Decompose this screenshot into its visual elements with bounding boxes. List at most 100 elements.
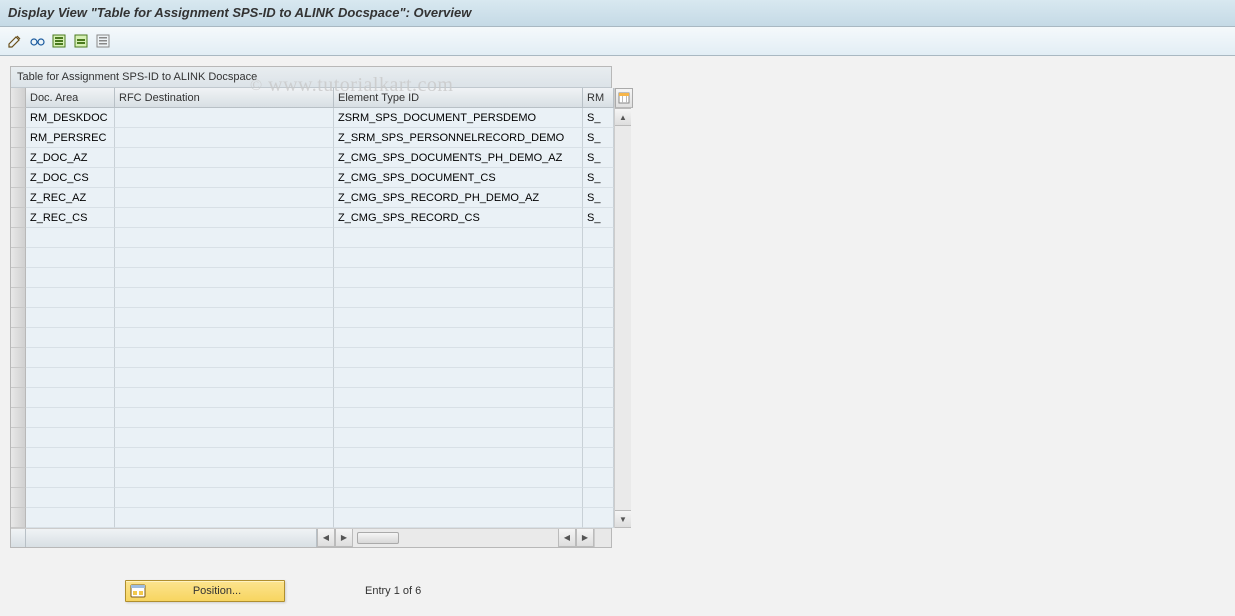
select-all-button[interactable] [50,32,68,50]
cell-rm[interactable]: S_ [583,128,614,148]
scroll-down-button[interactable]: ▼ [615,510,631,528]
row-selector[interactable] [11,348,26,368]
row-selector-header[interactable] [11,88,26,108]
table-row-empty[interactable] [11,228,614,248]
table-row-empty[interactable] [11,428,614,448]
position-button[interactable]: Position... [125,580,285,602]
row-selector[interactable] [11,408,26,428]
row-selector[interactable] [11,168,26,188]
h-scroll-thumb[interactable] [357,532,399,544]
cell-rfc[interactable] [115,208,334,228]
row-selector[interactable] [11,288,26,308]
row-selector[interactable] [11,388,26,408]
cell-doc-area[interactable]: Z_REC_AZ [26,188,115,208]
hs-fixed-area [26,529,317,547]
row-selector[interactable] [11,228,26,248]
cell-element[interactable]: Z_CMG_SPS_DOCUMENTS_PH_DEMO_AZ [334,148,583,168]
content-area: © www.tutorialkart.com Table for Assignm… [0,56,1235,558]
row-selector[interactable] [11,108,26,128]
scroll-up-button[interactable]: ▲ [615,108,631,126]
row-selector[interactable] [11,328,26,348]
entry-count-text: Entry 1 of 6 [365,585,421,597]
row-selector[interactable] [11,128,26,148]
footer-bar: Position... Entry 1 of 6 [0,576,1235,606]
table-header-row: Doc. Area RFC Destination Element Type I… [11,88,614,108]
row-selector[interactable] [11,428,26,448]
table-row[interactable]: Z_DOC_AZ Z_CMG_SPS_DOCUMENTS_PH_DEMO_AZ … [11,148,614,168]
scroll-left-button[interactable]: ◀ [317,529,335,547]
row-selector[interactable] [11,188,26,208]
vertical-scrollbar[interactable]: ▲ ▼ [614,88,631,528]
table-row[interactable]: RM_PERSREC Z_SRM_SPS_PERSONNELRECORD_DEM… [11,128,614,148]
cell-element[interactable]: Z_SRM_SPS_PERSONNELRECORD_DEMO [334,128,583,148]
row-selector[interactable] [11,268,26,288]
glasses-button[interactable] [28,32,46,50]
table-row[interactable]: Z_REC_AZ Z_CMG_SPS_RECORD_PH_DEMO_AZ S_ [11,188,614,208]
table-row-empty[interactable] [11,248,614,268]
row-selector[interactable] [11,208,26,228]
table-row-empty[interactable] [11,388,614,408]
window-title: Display View "Table for Assignment SPS-I… [0,0,1235,27]
row-selector[interactable] [11,148,26,168]
table-row-empty[interactable] [11,508,614,528]
row-selector[interactable] [11,308,26,328]
table-row-empty[interactable] [11,348,614,368]
cell-rm[interactable]: S_ [583,148,614,168]
table-row-empty[interactable] [11,268,614,288]
cell-doc-area[interactable]: Z_DOC_CS [26,168,115,188]
table-row-empty[interactable] [11,328,614,348]
table-settings-button[interactable] [615,88,633,108]
hs-corner-right [594,529,611,547]
application-toolbar [0,27,1235,56]
table-row-empty[interactable] [11,468,614,488]
hs-corner [11,529,26,547]
cell-rfc[interactable] [115,108,334,128]
col-header-rm[interactable]: RM [583,88,614,108]
row-selector[interactable] [11,248,26,268]
toggle-display-change-button[interactable] [6,32,24,50]
select-block-button[interactable] [72,32,90,50]
scroll-track[interactable] [615,126,631,510]
table-row-empty[interactable] [11,368,614,388]
row-selector[interactable] [11,508,26,528]
scroll-right-end-button[interactable]: ▶ [576,529,594,547]
cell-rm[interactable]: S_ [583,108,614,128]
col-header-rfc[interactable]: RFC Destination [115,88,334,108]
cell-element[interactable]: Z_CMG_SPS_RECORD_CS [334,208,583,228]
col-header-element-type[interactable]: Element Type ID [334,88,583,108]
table-row[interactable]: Z_REC_CS Z_CMG_SPS_RECORD_CS S_ [11,208,614,228]
table-row-empty[interactable] [11,488,614,508]
cell-rfc[interactable] [115,168,334,188]
cell-rfc[interactable] [115,188,334,208]
cell-element[interactable]: Z_CMG_SPS_DOCUMENT_CS [334,168,583,188]
table-row-empty[interactable] [11,448,614,468]
table-row[interactable]: Z_DOC_CS Z_CMG_SPS_DOCUMENT_CS S_ [11,168,614,188]
col-header-doc-area[interactable]: Doc. Area [26,88,115,108]
cell-rm[interactable]: S_ [583,208,614,228]
position-icon [130,583,146,599]
scroll-left-end-button[interactable]: ◀ [558,529,576,547]
cell-doc-area[interactable]: Z_REC_CS [26,208,115,228]
table-row-empty[interactable] [11,308,614,328]
row-selector[interactable] [11,448,26,468]
row-selector[interactable] [11,468,26,488]
table-row[interactable]: RM_DESKDOC ZSRM_SPS_DOCUMENT_PERSDEMO S_ [11,108,614,128]
row-selector[interactable] [11,368,26,388]
h-scroll-track[interactable] [353,529,558,547]
table-row-empty[interactable] [11,408,614,428]
table-row-empty[interactable] [11,288,614,308]
cell-rm[interactable]: S_ [583,168,614,188]
horizontal-scrollbar: ◀ ▶ ◀ ▶ [11,528,611,547]
table-title: Table for Assignment SPS-ID to ALINK Doc… [11,67,611,88]
deselect-all-button[interactable] [94,32,112,50]
scroll-right-button[interactable]: ▶ [335,529,353,547]
cell-rfc[interactable] [115,148,334,168]
row-selector[interactable] [11,488,26,508]
cell-rm[interactable]: S_ [583,188,614,208]
cell-rfc[interactable] [115,128,334,148]
cell-doc-area[interactable]: Z_DOC_AZ [26,148,115,168]
cell-doc-area[interactable]: RM_DESKDOC [26,108,115,128]
cell-element[interactable]: Z_CMG_SPS_RECORD_PH_DEMO_AZ [334,188,583,208]
cell-doc-area[interactable]: RM_PERSREC [26,128,115,148]
cell-element[interactable]: ZSRM_SPS_DOCUMENT_PERSDEMO [334,108,583,128]
